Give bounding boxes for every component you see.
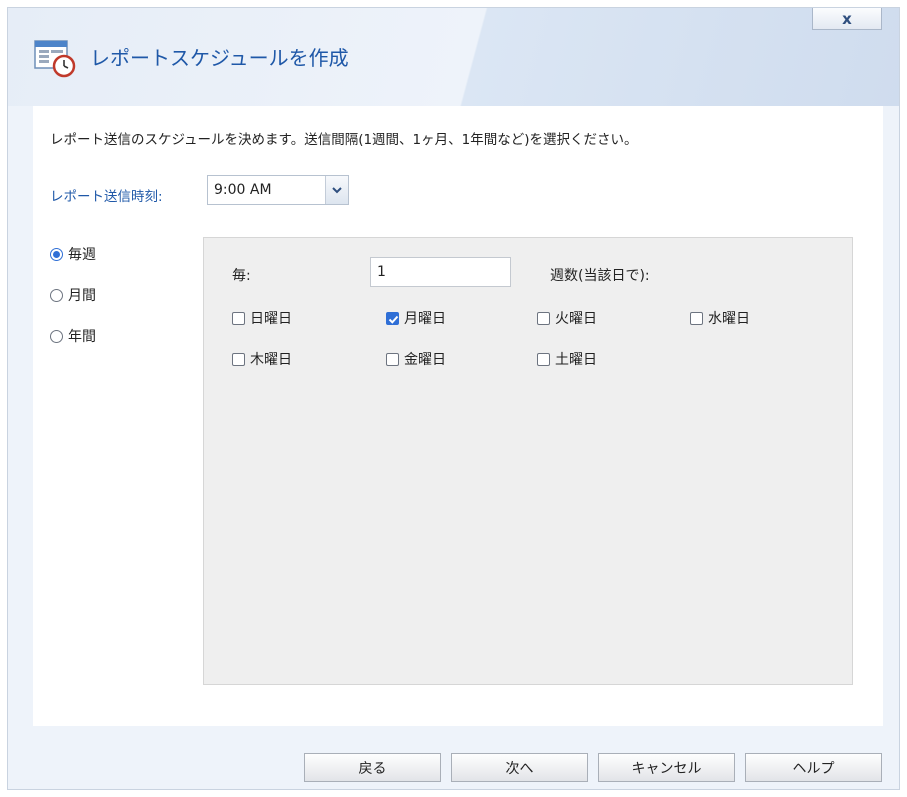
description-text: レポート送信のスケジュールを決めます。送信間隔(1週間、1ヶ月、1年間など)を選… <box>50 132 638 148</box>
day-sunday-label: 日曜日 <box>250 311 292 327</box>
radio-monthly-label: 月間 <box>68 288 96 304</box>
day-friday-label: 金曜日 <box>404 352 446 368</box>
day-saturday[interactable]: 土曜日 <box>537 349 597 369</box>
day-thursday[interactable]: 木曜日 <box>232 349 292 369</box>
day-saturday-label: 土曜日 <box>555 352 597 368</box>
weeks-label: 週数(当該日で): <box>550 268 650 284</box>
checkbox-monday[interactable] <box>386 311 399 325</box>
day-thursday-label: 木曜日 <box>250 352 292 368</box>
every-weeks-input[interactable] <box>370 257 511 287</box>
schedule-dialog: レポートスケジュールを作成 x レポート送信のスケジュールを決めます。送信間隔(… <box>7 7 900 790</box>
close-button[interactable]: x <box>812 8 882 30</box>
back-button[interactable]: 戻る <box>304 753 441 782</box>
content-area: レポート送信のスケジュールを決めます。送信間隔(1週間、1ヶ月、1年間など)を選… <box>33 106 883 726</box>
radio-monthly-indicator[interactable] <box>50 288 63 302</box>
cancel-button[interactable]: キャンセル <box>598 753 735 782</box>
next-button[interactable]: 次へ <box>451 753 588 782</box>
day-monday-label: 月曜日 <box>404 311 446 327</box>
radio-weekly-indicator[interactable] <box>50 247 63 261</box>
close-icon: x <box>842 9 852 28</box>
checkbox-tuesday[interactable] <box>537 311 550 325</box>
radio-monthly[interactable]: 月間 <box>50 285 96 305</box>
radio-weekly-label: 毎週 <box>68 247 96 263</box>
day-wednesday[interactable]: 水曜日 <box>690 308 750 328</box>
day-wednesday-label: 水曜日 <box>708 311 750 327</box>
checkbox-thursday[interactable] <box>232 352 245 366</box>
radio-yearly-label: 年間 <box>68 329 96 345</box>
radio-yearly-indicator[interactable] <box>50 329 63 343</box>
radio-weekly[interactable]: 毎週 <box>50 244 96 264</box>
day-monday[interactable]: 月曜日 <box>386 308 446 328</box>
send-time-label: レポート送信時刻: <box>50 189 163 205</box>
check-icon <box>388 315 399 324</box>
dialog-title: レポートスケジュールを作成 <box>90 46 349 70</box>
day-tuesday[interactable]: 火曜日 <box>537 308 597 328</box>
every-label: 毎: <box>232 268 251 284</box>
day-tuesday-label: 火曜日 <box>555 311 597 327</box>
checkbox-saturday[interactable] <box>537 352 550 366</box>
title-bar: レポートスケジュールを作成 x <box>8 8 899 106</box>
chevron-down-icon[interactable] <box>325 176 348 204</box>
checkbox-sunday[interactable] <box>232 311 245 325</box>
day-friday[interactable]: 金曜日 <box>386 349 446 369</box>
send-time-value: 9:00 AM <box>214 182 272 198</box>
help-button[interactable]: ヘルプ <box>745 753 882 782</box>
radio-yearly[interactable]: 年間 <box>50 326 96 346</box>
send-time-select[interactable]: 9:00 AM <box>207 175 349 205</box>
checkbox-wednesday[interactable] <box>690 311 703 325</box>
checkbox-friday[interactable] <box>386 352 399 366</box>
weekly-settings-panel: 毎: 週数(当該日で): 日曜日 月曜日 火曜日 水曜日 <box>203 237 853 685</box>
day-sunday[interactable]: 日曜日 <box>232 308 292 328</box>
report-schedule-icon <box>33 38 77 78</box>
